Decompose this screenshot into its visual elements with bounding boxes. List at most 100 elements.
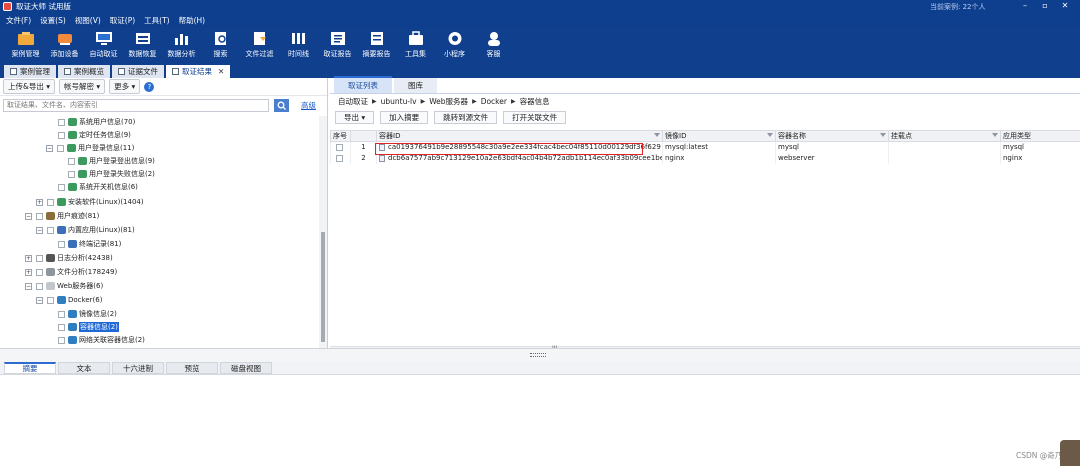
container-name-cell[interactable]: mysql bbox=[775, 141, 889, 153]
container-id-cell[interactable]: ca019376491b9e28895548c30a9e2ee334fcac4b… bbox=[376, 141, 663, 153]
tree-item[interactable]: − 用户痕迹(81) bbox=[25, 210, 99, 222]
breadcrumb-item[interactable]: 容器信息 bbox=[520, 96, 550, 107]
menu-view[interactable]: 视图(V) bbox=[75, 15, 101, 26]
toolbar-search-button[interactable]: 搜索 bbox=[201, 27, 240, 63]
expand-icon[interactable]: + bbox=[36, 198, 43, 206]
tree-checkbox[interactable] bbox=[47, 296, 54, 304]
tab-forensic-results[interactable]: 取证结果 ✕ bbox=[166, 65, 231, 78]
search-button[interactable] bbox=[274, 98, 289, 112]
advanced-search-link[interactable]: 高级 bbox=[301, 100, 316, 111]
tree-checkbox[interactable] bbox=[68, 157, 75, 165]
toolbar-data-recovery-button[interactable]: 数据恢复 bbox=[123, 27, 162, 63]
breadcrumb-item[interactable]: 自动取证 bbox=[338, 96, 368, 107]
expand-icon[interactable]: + bbox=[25, 268, 32, 276]
tree-item[interactable]: − 内置应用(Linux)(81) bbox=[36, 224, 135, 236]
open-related-file-button[interactable]: 打开关联文件 bbox=[503, 110, 567, 124]
column-header-index[interactable]: 序号 bbox=[330, 130, 351, 142]
menu-tools[interactable]: 工具(T) bbox=[144, 15, 169, 26]
column-header-container-name[interactable]: 容器名称 bbox=[775, 130, 889, 142]
tree-checkbox[interactable] bbox=[58, 240, 65, 248]
expand-icon[interactable]: + bbox=[25, 254, 32, 262]
tree-item[interactable]: 用户登录登出信息(9) bbox=[68, 155, 155, 167]
tree-checkbox[interactable] bbox=[58, 183, 65, 191]
menu-file[interactable]: 文件(F) bbox=[6, 15, 31, 26]
column-header-app-type[interactable]: 应用类型 bbox=[1000, 130, 1080, 142]
tree-item[interactable]: 终端记录(81) bbox=[58, 238, 121, 250]
breadcrumb-item[interactable]: Web服务器 bbox=[429, 96, 468, 107]
tree-checkbox[interactable] bbox=[47, 198, 54, 206]
restore-icon[interactable]: ▫ bbox=[1038, 1, 1052, 10]
tree-scrollbar[interactable] bbox=[319, 116, 327, 348]
collapse-icon[interactable]: − bbox=[25, 282, 32, 290]
column-header-mount-point[interactable]: 挂载点 bbox=[888, 130, 1001, 142]
toolbar-customer-service-button[interactable]: 客服 bbox=[474, 27, 513, 63]
account-decrypt-button[interactable]: 帐号解密 ▾ bbox=[59, 79, 106, 94]
upload-export-button[interactable]: 上传&导出 ▾ bbox=[3, 79, 56, 94]
tab-case-management[interactable]: 案例管理 bbox=[4, 65, 56, 78]
tab-evidence-list[interactable]: 取证列表 bbox=[334, 76, 392, 93]
image-id-cell[interactable]: nginx bbox=[662, 152, 776, 164]
help-icon[interactable]: ? bbox=[144, 81, 155, 92]
tree-checkbox[interactable] bbox=[36, 282, 43, 290]
column-header-container-id[interactable]: 容器ID bbox=[376, 130, 663, 142]
tree-item[interactable]: 定时任务信息(9) bbox=[58, 129, 131, 141]
tree-checkbox[interactable] bbox=[58, 131, 65, 139]
splitter-grip-icon[interactable] bbox=[530, 353, 546, 357]
row-checkbox[interactable] bbox=[335, 154, 343, 162]
more-button[interactable]: 更多 ▾ bbox=[109, 79, 141, 94]
tree-item[interactable]: 用户登录失败信息(2) bbox=[68, 168, 155, 180]
tree-item[interactable]: 系统开关机信息(6) bbox=[58, 181, 138, 193]
mount-point-cell[interactable] bbox=[888, 141, 1001, 153]
column-header-image-id[interactable]: 镜像ID bbox=[662, 130, 776, 142]
toolbar-case-management-button[interactable]: 案例管理 bbox=[6, 27, 45, 63]
row-checkbox[interactable] bbox=[335, 143, 343, 151]
pane-splitter[interactable] bbox=[0, 348, 1080, 362]
tree-item[interactable]: + 安装软件(Linux)(1404) bbox=[36, 196, 144, 208]
export-button[interactable]: 导出 ▾ bbox=[335, 110, 375, 124]
tab-preview[interactable]: 预览 bbox=[166, 362, 218, 374]
minimize-icon[interactable]: – bbox=[1018, 1, 1032, 10]
tree-item[interactable]: 系统用户信息(70) bbox=[58, 116, 135, 128]
tree-checkbox[interactable] bbox=[58, 118, 65, 126]
close-tab-icon[interactable]: ✕ bbox=[218, 67, 224, 76]
toolbar-timeline-button[interactable]: 时间线 bbox=[279, 27, 318, 63]
collapse-icon[interactable]: − bbox=[46, 144, 53, 152]
add-summary-button[interactable]: 加入摘要 bbox=[380, 110, 429, 124]
toolbar-add-device-button[interactable]: 添加设备 bbox=[45, 27, 84, 63]
tab-case-overview[interactable]: 案例概览 bbox=[58, 65, 110, 78]
toolbar-auto-forensics-button[interactable]: 自动取证 bbox=[84, 27, 123, 63]
mount-point-cell[interactable] bbox=[888, 152, 1001, 164]
image-id-cell[interactable]: mysql:latest bbox=[662, 141, 776, 153]
tab-text[interactable]: 文本 bbox=[58, 362, 110, 374]
search-input[interactable] bbox=[3, 98, 269, 112]
tree-item[interactable]: − 用户登录信息(11) bbox=[46, 142, 134, 154]
app-type-cell[interactable]: mysql bbox=[1000, 141, 1080, 153]
breadcrumb-item[interactable]: Docker bbox=[481, 97, 507, 106]
table-row[interactable]: 1 ca019376491b9e28895548c30a9e2ee334fcac… bbox=[330, 141, 1080, 153]
scrollbar-thumb[interactable] bbox=[321, 232, 325, 342]
tree-checkbox[interactable] bbox=[36, 212, 43, 220]
toolbar-summary-report-button[interactable]: 摘要报告 bbox=[357, 27, 396, 63]
tree-item[interactable]: 网络关联容器信息(2) bbox=[58, 334, 145, 346]
tree-item[interactable]: − Web服务器(6) bbox=[25, 280, 103, 292]
breadcrumb-item[interactable]: ubuntu-lv bbox=[381, 97, 417, 106]
tree-checkbox[interactable] bbox=[47, 226, 54, 234]
app-type-cell[interactable]: nginx bbox=[1000, 152, 1080, 164]
collapse-icon[interactable]: − bbox=[36, 226, 43, 234]
tab-summary[interactable]: 摘要 bbox=[4, 362, 56, 374]
container-name-cell[interactable]: webserver bbox=[775, 152, 889, 164]
tab-gallery[interactable]: 图库 bbox=[394, 78, 437, 93]
tree-item[interactable]: − Docker(6) bbox=[36, 294, 102, 306]
menu-forensics[interactable]: 取证(P) bbox=[110, 15, 135, 26]
collapse-icon[interactable]: − bbox=[36, 296, 43, 304]
filter-icon[interactable] bbox=[992, 133, 998, 137]
tree-item[interactable]: + 文件分析(178249) bbox=[25, 266, 117, 278]
filter-icon[interactable] bbox=[880, 133, 886, 137]
toolbar-forensic-report-button[interactable]: 取证报告 bbox=[318, 27, 357, 63]
tab-evidence-files[interactable]: 证据文件 bbox=[112, 65, 164, 78]
tree-checkbox[interactable] bbox=[58, 310, 65, 318]
tab-disk-view[interactable]: 磁盘视图 bbox=[220, 362, 272, 374]
tree-checkbox[interactable] bbox=[58, 323, 65, 331]
container-id-cell[interactable]: dcb6a7577ab9c713129e10a2e63bdf4ac04b4b72… bbox=[376, 152, 663, 164]
table-row[interactable]: 2 dcb6a7577ab9c713129e10a2e63bdf4ac04b4b… bbox=[330, 152, 1080, 164]
